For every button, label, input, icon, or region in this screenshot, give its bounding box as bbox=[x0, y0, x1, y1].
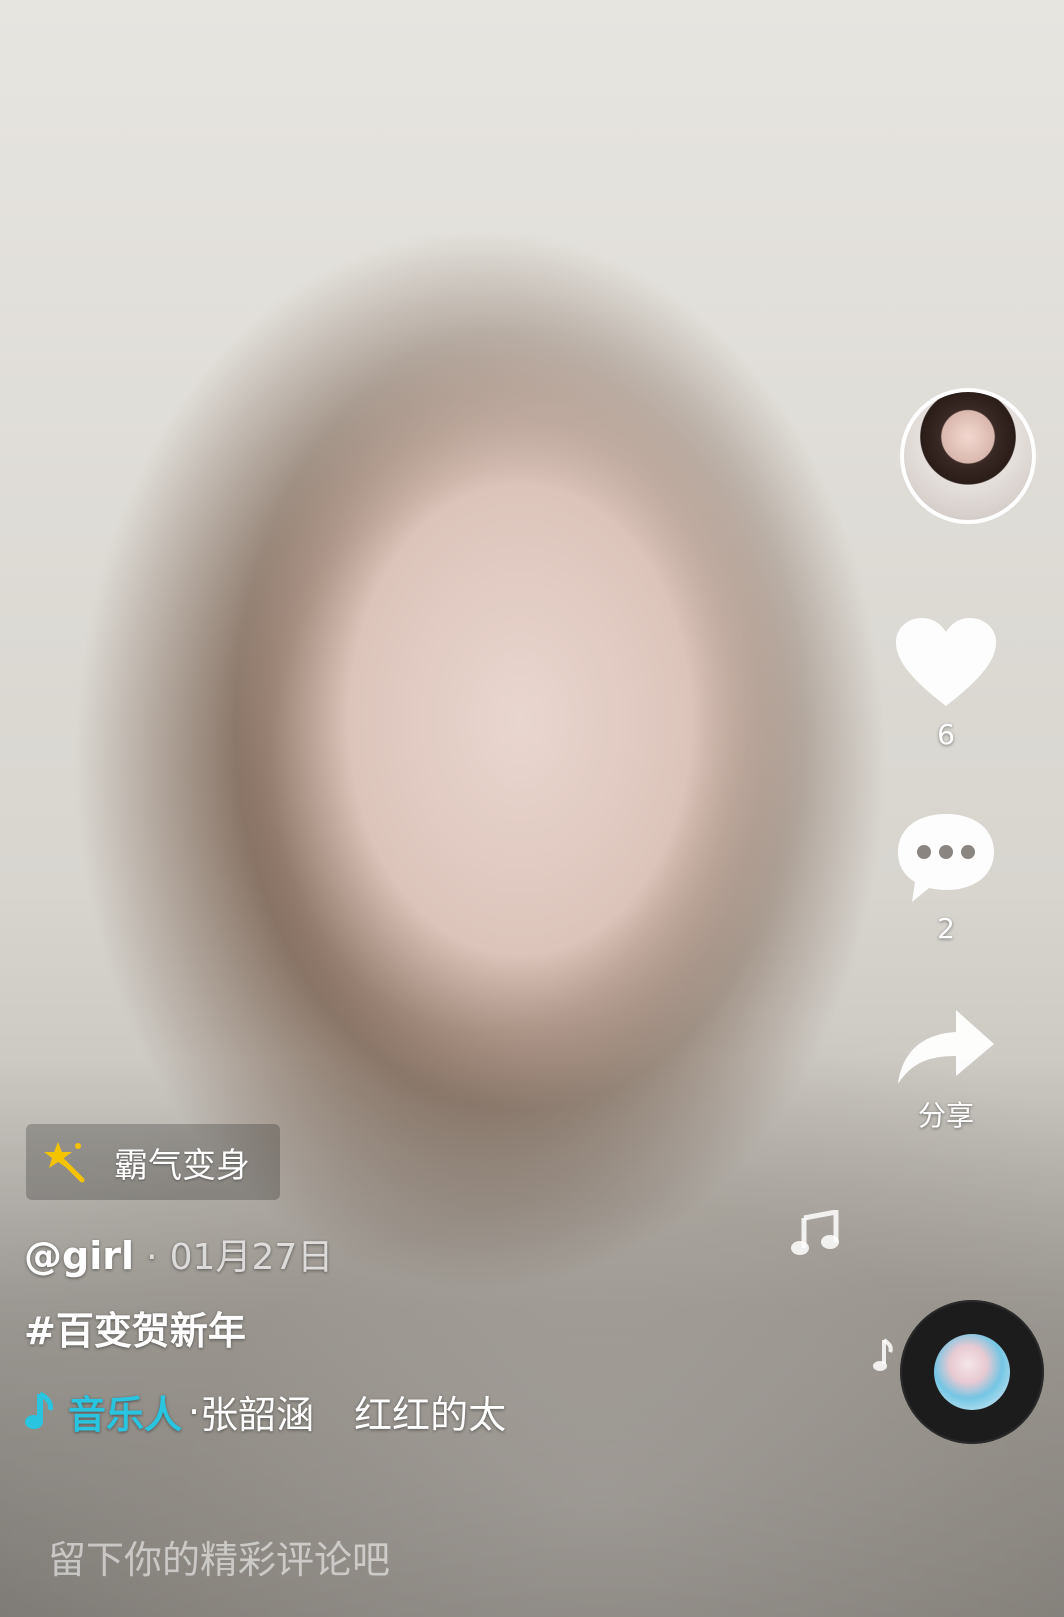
author-username[interactable]: @girl bbox=[24, 1234, 134, 1278]
heart-icon bbox=[896, 618, 996, 706]
floating-music-note-small-icon bbox=[873, 1338, 893, 1371]
music-note-icon bbox=[25, 1391, 53, 1429]
author-line: @girl · 01月27日 bbox=[24, 1228, 333, 1280]
music-source-name: 音乐人 bbox=[68, 1393, 183, 1437]
music-disc[interactable] bbox=[900, 1300, 1044, 1444]
music-cover-art bbox=[934, 1334, 1010, 1410]
like-count: 6 bbox=[937, 718, 955, 751]
music-artist: 张韶涵 bbox=[200, 1393, 315, 1437]
post-date: 01月27日 bbox=[169, 1237, 334, 1278]
music-song-title: 红红的太 bbox=[354, 1393, 507, 1437]
comment-count: 2 bbox=[937, 912, 955, 945]
magic-wand-icon bbox=[44, 1142, 85, 1183]
post-separator: · bbox=[146, 1237, 158, 1278]
effect-label: 霸气变身 bbox=[114, 1145, 250, 1186]
comment-button[interactable]: 2 bbox=[886, 808, 1006, 945]
music-info[interactable]: 音乐人 · 张韶涵 红红的太 bbox=[24, 1384, 506, 1439]
comment-bubble-icon bbox=[898, 814, 994, 902]
share-arrow-icon bbox=[898, 1010, 994, 1084]
music-separator: · bbox=[188, 1389, 201, 1434]
comment-input[interactable]: 留下你的精彩评论吧 bbox=[48, 1530, 948, 1590]
floating-music-note-icon bbox=[791, 1210, 839, 1255]
effect-tag[interactable]: 霸气变身 bbox=[26, 1124, 280, 1200]
like-button[interactable]: 6 bbox=[886, 614, 1006, 751]
share-button[interactable]: 分享 bbox=[886, 1004, 1006, 1134]
hashtag-link[interactable]: #百变贺新年 bbox=[24, 1300, 246, 1355]
share-label: 分享 bbox=[917, 1099, 974, 1132]
creator-avatar[interactable] bbox=[900, 388, 1036, 524]
